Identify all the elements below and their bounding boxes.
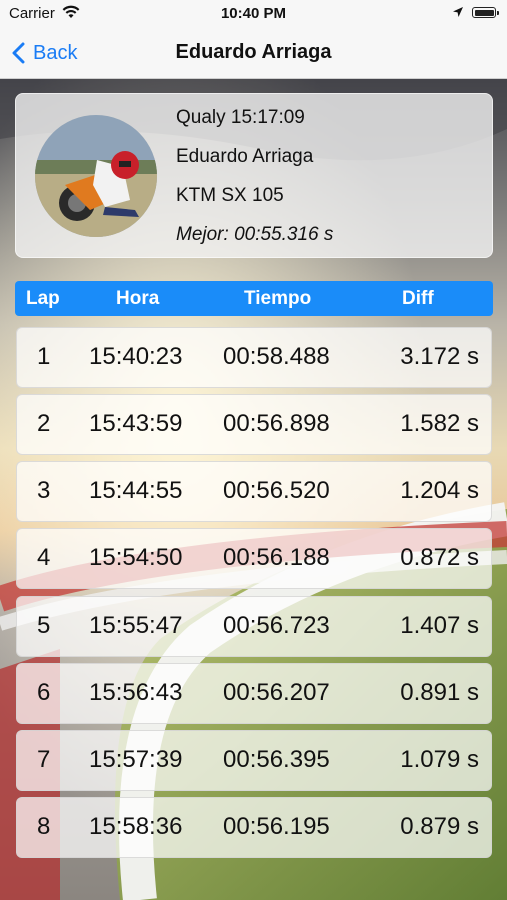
table-row[interactable]: 5 15:55:47 00:56.723 1.407 s bbox=[16, 596, 492, 657]
tiempo-cell: 00:56.207 bbox=[223, 679, 330, 706]
header-diff: Diff bbox=[402, 288, 434, 309]
diff-cell: 1.582 s bbox=[400, 410, 479, 437]
tiempo-cell: 00:56.723 bbox=[223, 612, 330, 639]
hora-cell: 15:54:50 bbox=[89, 544, 183, 571]
header-hora: Hora bbox=[116, 288, 160, 309]
table-row[interactable]: 6 15:56:43 00:56.207 0.891 s bbox=[16, 663, 492, 724]
lap-cell: 8 bbox=[37, 813, 51, 840]
tiempo-cell: 00:56.520 bbox=[223, 477, 330, 504]
tiempo-cell: 00:56.188 bbox=[223, 544, 330, 571]
lap-cell: 4 bbox=[37, 544, 51, 571]
status-time: 10:40 PM bbox=[220, 5, 287, 22]
lap-cell: 6 bbox=[37, 679, 51, 706]
hora-cell: 15:56:43 bbox=[89, 679, 183, 706]
table-row[interactable]: 7 15:57:39 00:56.395 1.079 s bbox=[16, 730, 492, 791]
diff-cell: 1.204 s bbox=[400, 477, 479, 504]
tiempo-cell: 00:58.488 bbox=[223, 343, 330, 370]
tiempo-cell: 00:56.195 bbox=[223, 813, 330, 840]
battery-cap-icon bbox=[497, 11, 499, 15]
diff-cell: 0.872 s bbox=[400, 544, 479, 571]
diff-cell: 1.079 s bbox=[400, 746, 479, 773]
battery-icon bbox=[472, 7, 496, 18]
hora-cell: 15:43:59 bbox=[89, 410, 183, 437]
hora-cell: 15:57:39 bbox=[89, 746, 183, 773]
header-tiempo: Tiempo bbox=[244, 288, 312, 309]
bike-model: KTM SX 105 bbox=[176, 185, 284, 206]
session-label: Qualy 15:17:09 bbox=[176, 107, 305, 128]
table-row[interactable]: 4 15:54:50 00:56.188 0.872 s bbox=[16, 528, 492, 589]
diff-cell: 1.407 s bbox=[400, 612, 479, 639]
lap-cell: 2 bbox=[37, 410, 51, 437]
rider-name: Eduardo Arriaga bbox=[176, 146, 314, 167]
hora-cell: 15:40:23 bbox=[89, 343, 183, 370]
location-arrow-icon bbox=[452, 5, 464, 22]
lap-table-header: Lap Hora Tiempo Diff bbox=[15, 281, 493, 316]
hora-cell: 15:58:36 bbox=[89, 813, 183, 840]
table-row[interactable]: 1 15:40:23 00:58.488 3.172 s bbox=[16, 327, 492, 388]
best-lap-time: Mejor: 00:55.316 s bbox=[176, 224, 334, 245]
diff-cell: 3.172 s bbox=[400, 343, 479, 370]
rider-avatar bbox=[35, 115, 157, 237]
table-row[interactable]: 2 15:43:59 00:56.898 1.582 s bbox=[16, 394, 492, 455]
rider-card: Qualy 15:17:09 Eduardo Arriaga KTM SX 10… bbox=[15, 93, 493, 258]
diff-cell: 0.891 s bbox=[400, 679, 479, 706]
status-bar: Carrier 10:40 PM bbox=[0, 0, 507, 28]
tiempo-cell: 00:56.898 bbox=[223, 410, 330, 437]
table-row[interactable]: 3 15:44:55 00:56.520 1.204 s bbox=[16, 461, 492, 522]
navigation-bar: Back Eduardo Arriaga bbox=[0, 28, 507, 79]
page-title: Eduardo Arriaga bbox=[175, 41, 332, 63]
lap-cell: 1 bbox=[37, 343, 51, 370]
lap-cell: 3 bbox=[37, 477, 51, 504]
table-row[interactable]: 8 15:58:36 00:56.195 0.879 s bbox=[16, 797, 492, 858]
tiempo-cell: 00:56.395 bbox=[223, 746, 330, 773]
lap-cell: 5 bbox=[37, 612, 51, 639]
lap-cell: 7 bbox=[37, 746, 51, 773]
diff-cell: 0.879 s bbox=[400, 813, 479, 840]
hora-cell: 15:55:47 bbox=[89, 612, 183, 639]
header-lap: Lap bbox=[26, 288, 60, 309]
hora-cell: 15:44:55 bbox=[89, 477, 183, 504]
